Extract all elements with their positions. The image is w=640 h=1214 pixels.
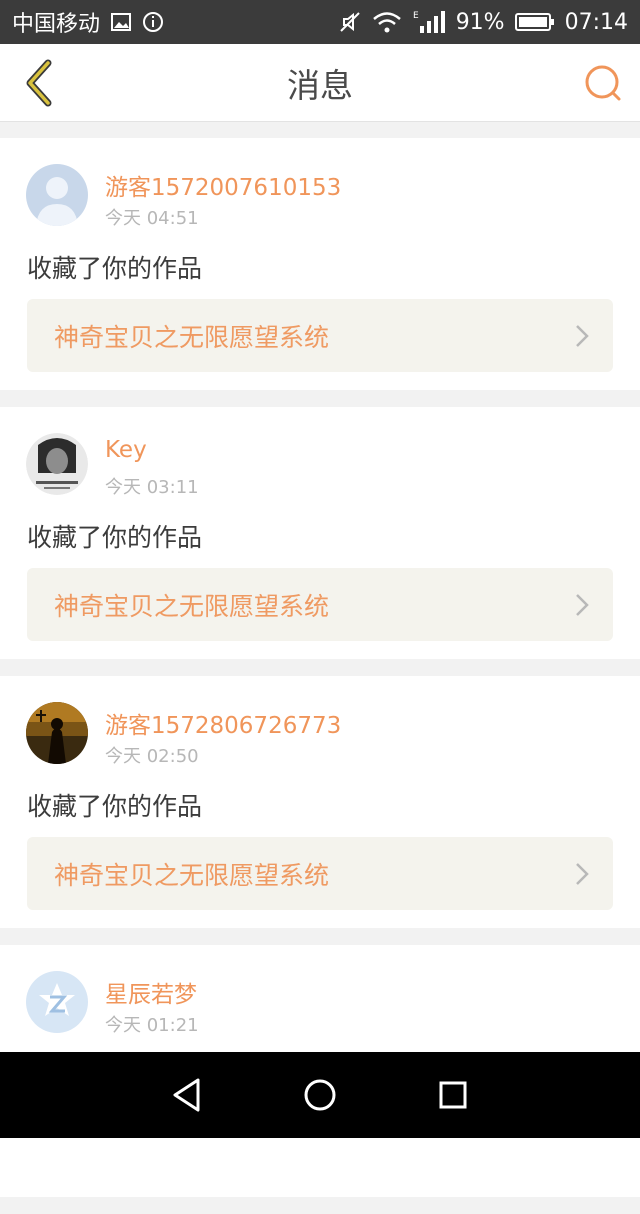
circle-home-icon [304, 1079, 336, 1111]
work-link[interactable]: 神奇宝贝之无限愿望系统 [27, 568, 613, 641]
username[interactable]: 游客1572007610153 [105, 168, 341, 202]
message-time: 今天 01:21 [105, 1015, 199, 1036]
image-notification-icon [110, 11, 132, 33]
nav-home-button[interactable] [295, 1070, 345, 1120]
search-icon [585, 65, 621, 101]
square-recents-icon [439, 1081, 467, 1109]
work-title: 神奇宝贝之无限愿望系统 [54, 322, 330, 352]
user-avatar[interactable] [26, 971, 88, 1033]
chevron-right-icon [576, 863, 589, 885]
user-avatar[interactable] [26, 164, 88, 226]
search-button[interactable] [580, 60, 626, 106]
user-avatar[interactable] [26, 433, 88, 495]
chevron-left-icon [26, 59, 52, 107]
work-title: 神奇宝贝之无限愿望系统 [54, 591, 330, 621]
work-link[interactable]: 神奇宝贝之无限愿望系统 [27, 837, 613, 910]
username[interactable]: 星辰若梦 [105, 975, 197, 1009]
clock: 07:14 [564, 9, 628, 35]
info-notification-icon [142, 11, 164, 33]
message-card: Key 今天 03:11 收藏了你的作品 神奇宝贝之无限愿望系统 [0, 407, 640, 659]
message-action: 收藏了你的作品 [27, 254, 203, 283]
message-card: 游客1572806726773 今天 02:50 收藏了你的作品 神奇宝贝之无限… [0, 676, 640, 928]
battery-icon [514, 12, 555, 32]
username[interactable]: Key [105, 437, 147, 463]
app-bar: 消息 [0, 44, 640, 122]
system-nav-bar [0, 1052, 640, 1138]
back-button[interactable] [14, 58, 64, 108]
message-time: 今天 04:51 [105, 208, 199, 229]
wifi-icon [372, 10, 402, 34]
message-action: 收藏了你的作品 [27, 792, 203, 821]
nav-back-button[interactable] [162, 1070, 212, 1120]
work-link[interactable]: 神奇宝贝之无限愿望系统 [27, 299, 613, 372]
message-time: 今天 02:50 [105, 746, 199, 767]
status-bar: 中国移动 E 91% 07:14 [0, 0, 640, 44]
message-time: 今天 03:11 [105, 477, 199, 498]
signal-icon: E [412, 9, 446, 35]
nav-recents-button[interactable] [428, 1070, 478, 1120]
triangle-back-icon [173, 1078, 200, 1112]
network-type-label: E [413, 11, 419, 21]
message-action: 收藏了你的作品 [27, 523, 203, 552]
page-title: 消息 [287, 65, 353, 105]
message-card: 游客1572007610153 今天 04:51 收藏了你的作品 神奇宝贝之无限… [0, 138, 640, 390]
mute-icon [338, 10, 362, 34]
carrier-label: 中国移动 [12, 12, 101, 37]
work-title: 神奇宝贝之无限愿望系统 [54, 860, 330, 890]
chevron-right-icon [576, 325, 589, 347]
battery-percent: 91% [455, 9, 505, 35]
user-avatar[interactable] [26, 702, 88, 764]
username[interactable]: 游客1572806726773 [105, 706, 341, 740]
chevron-right-icon [576, 594, 589, 616]
